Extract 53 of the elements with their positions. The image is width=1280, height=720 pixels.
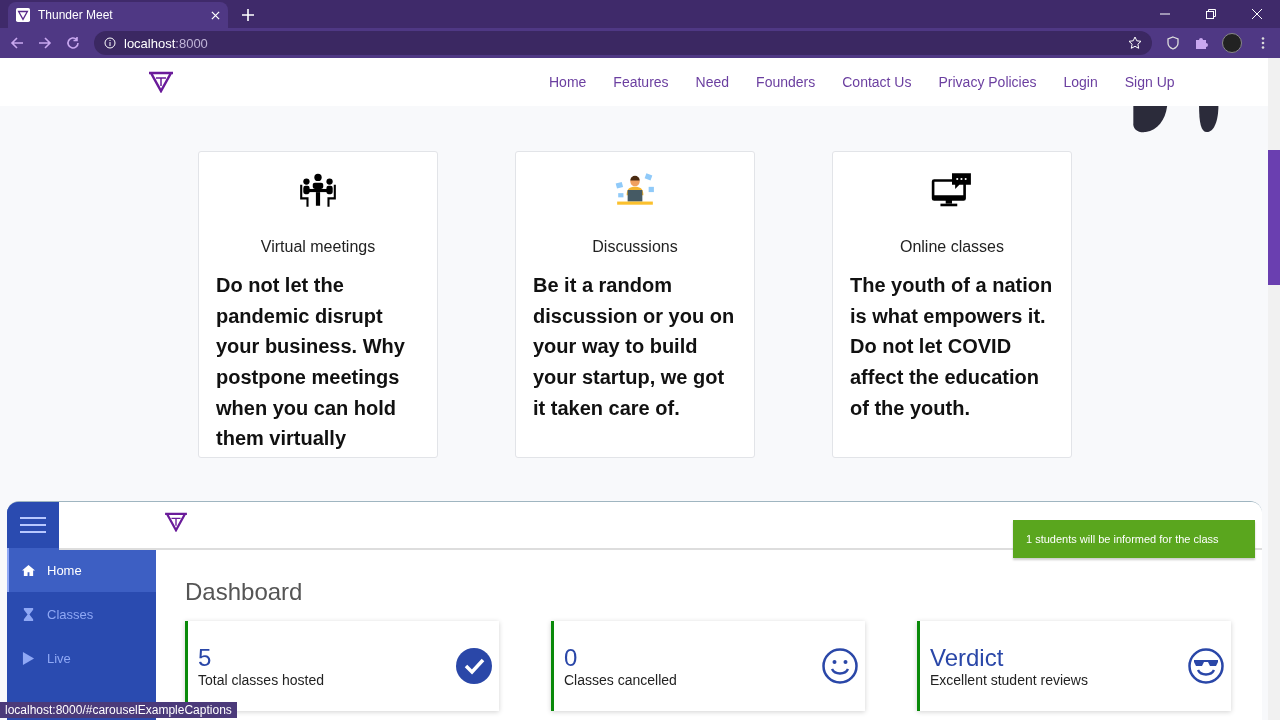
sidebar-item[interactable]: Home (7, 548, 156, 593)
info-icon (104, 37, 116, 49)
person-laptop-icon (614, 171, 656, 208)
stat-value: Verdict (930, 644, 1005, 673)
logo-icon (164, 512, 188, 533)
feature-title: Virtual meetings (260, 237, 376, 256)
status-url: localhost:8000/#carouselExampleCaptions (0, 702, 237, 718)
logo-icon[interactable] (148, 70, 174, 93)
feature-description: The youth of a nation is what empowers it. Do not let COVID affect the education of the youth. (850, 272, 1054, 421)
nav-link[interactable]: Home (549, 73, 587, 90)
puzzle-icon[interactable] (1194, 36, 1208, 50)
stat-value: 0 (564, 644, 579, 673)
profile-avatar[interactable] (1222, 33, 1242, 53)
browser-tab[interactable]: Thunder Meet (8, 2, 228, 28)
stat-label: Total classes hosted (198, 672, 325, 689)
nav-link[interactable]: Founders (756, 73, 816, 90)
hourglass-icon (22, 607, 35, 621)
feature-title: Online classes (899, 237, 1004, 256)
feature-title: Discussions (592, 237, 678, 256)
reload-icon[interactable] (66, 36, 80, 50)
menu-icon (20, 516, 46, 535)
nav-link[interactable]: Login (1063, 73, 1098, 90)
play-icon (22, 651, 35, 665)
nav-link[interactable]: Sign Up (1124, 73, 1175, 90)
new-tab-icon[interactable] (242, 9, 254, 21)
close-icon[interactable] (1252, 9, 1262, 19)
smiley-icon (822, 648, 858, 685)
nav-link[interactable]: Privacy Policies (938, 73, 1037, 90)
address-bar[interactable]: localhost:8000 (94, 31, 1152, 55)
check-circle-icon (456, 648, 492, 685)
meeting-icon (297, 171, 339, 208)
feature-description: Do not let the pandemic disrupt your business. Why postpone meetings when you can hold them virtually (216, 272, 406, 452)
monitor-chat-icon (931, 171, 973, 208)
notification-toast: 1 students will be informed for the class (1013, 520, 1255, 559)
close-icon[interactable] (211, 10, 220, 20)
stat-value: 5 (198, 644, 213, 673)
forward-icon[interactable] (38, 36, 52, 50)
back-icon[interactable] (10, 36, 24, 50)
scrollbar-thumb[interactable] (1268, 150, 1280, 285)
restore-icon[interactable] (1206, 9, 1216, 19)
nav-link[interactable]: Features (613, 73, 669, 90)
tab-title: Thunder Meet (38, 8, 114, 22)
home-icon (22, 563, 35, 577)
dashboard-heading: Dashboard (185, 578, 304, 607)
stat-label: Excellent student reviews (930, 672, 1088, 689)
stat-label: Classes cancelled (564, 672, 677, 689)
sunglasses-smiley-icon (1188, 648, 1224, 685)
nav-link[interactable]: Need (695, 73, 730, 90)
shield-icon[interactable] (1166, 36, 1180, 50)
logo-icon (16, 8, 30, 22)
nav-link[interactable]: Contact Us (842, 73, 912, 90)
star-icon[interactable] (1128, 36, 1142, 50)
feature-description: Be it a random discussion or you on your way to build your startup, we got it taken care of. (533, 272, 736, 421)
